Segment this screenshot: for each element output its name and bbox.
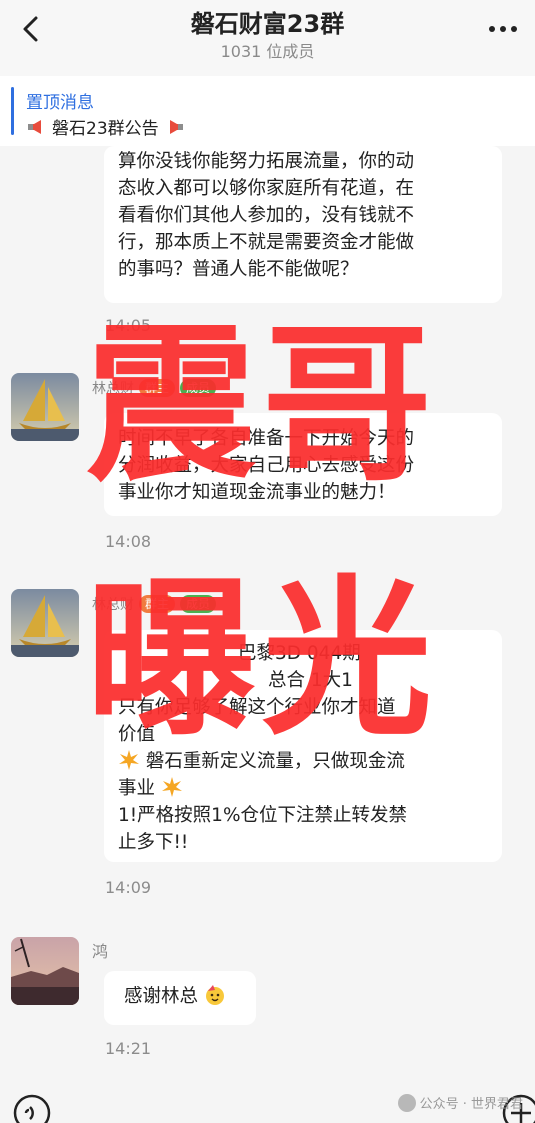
megaphone-icon bbox=[28, 119, 41, 134]
message-line: 的事吗？普通人能不能做呢？ bbox=[118, 259, 359, 280]
sailboat-icon bbox=[11, 589, 79, 657]
member-count: 1031 位成员 bbox=[220, 42, 315, 61]
watermark: 公众号 · 世界君君 bbox=[397, 1093, 523, 1112]
chat-header: 磐石财富23群 1031 位成员 bbox=[0, 0, 535, 76]
message-text: 感谢林总 bbox=[124, 986, 199, 1007]
group-title: 磐石财富23群 bbox=[190, 10, 345, 38]
message-line: 算你没钱你能努力拓展流量，你的动 bbox=[118, 151, 415, 172]
overlay-title-line2: 曝光 bbox=[86, 561, 439, 759]
party-face-icon bbox=[205, 985, 224, 1005]
message-line-text: 事业 bbox=[118, 778, 156, 799]
message-bubble[interactable]: 算你没钱你能努力拓展流量，你的动 态收入都可以够你家庭所有花道，在 看看你们其他… bbox=[104, 146, 502, 303]
more-options-icon[interactable] bbox=[485, 14, 521, 44]
message-line: 1!严格按照1%仓位下注禁止转发禁 bbox=[118, 805, 408, 826]
explosion-icon bbox=[161, 777, 182, 797]
watermark-text: 公众号 · 世界君君 bbox=[419, 1097, 523, 1112]
sailboat-icon bbox=[11, 373, 79, 441]
pinned-message[interactable]: 置顶消息 磐石23群公告 bbox=[0, 76, 535, 146]
voice-icon[interactable] bbox=[12, 1093, 52, 1123]
wechat-official-icon bbox=[397, 1093, 416, 1112]
message-line: 看看你们其他人参加的，没有钱就不 bbox=[118, 205, 415, 226]
pinned-accent-bar bbox=[11, 87, 14, 135]
sender-row: 鸿 bbox=[92, 938, 108, 962]
avatar-sailboat[interactable] bbox=[11, 589, 79, 657]
overlay-title-line1: 震哥 bbox=[86, 307, 439, 505]
megaphone-icon bbox=[169, 119, 183, 134]
avatar-sailboat[interactable] bbox=[11, 373, 79, 441]
pinned-text-row: 磐石23群公告 bbox=[26, 114, 185, 139]
message-time: 14:09 bbox=[105, 878, 152, 897]
message-bubble[interactable]: 感谢林总 bbox=[104, 971, 256, 1025]
message-line: 态收入都可以够你家庭所有花道，在 bbox=[118, 178, 415, 199]
message-time: 14:21 bbox=[105, 1039, 152, 1058]
message-time: 14:08 bbox=[105, 532, 152, 551]
message-line: 行，那本质上不就是需要资金才能做 bbox=[118, 232, 415, 253]
sender-name: 鸿 bbox=[92, 942, 109, 961]
pinned-text: 磐石23群公告 bbox=[52, 119, 159, 139]
landscape-photo-icon bbox=[11, 937, 79, 1005]
avatar-landscape[interactable] bbox=[11, 937, 79, 1005]
message-line: 止多下!! bbox=[118, 832, 189, 853]
pinned-label: 置顶消息 bbox=[26, 93, 94, 113]
message-line: 事业 bbox=[118, 775, 488, 802]
